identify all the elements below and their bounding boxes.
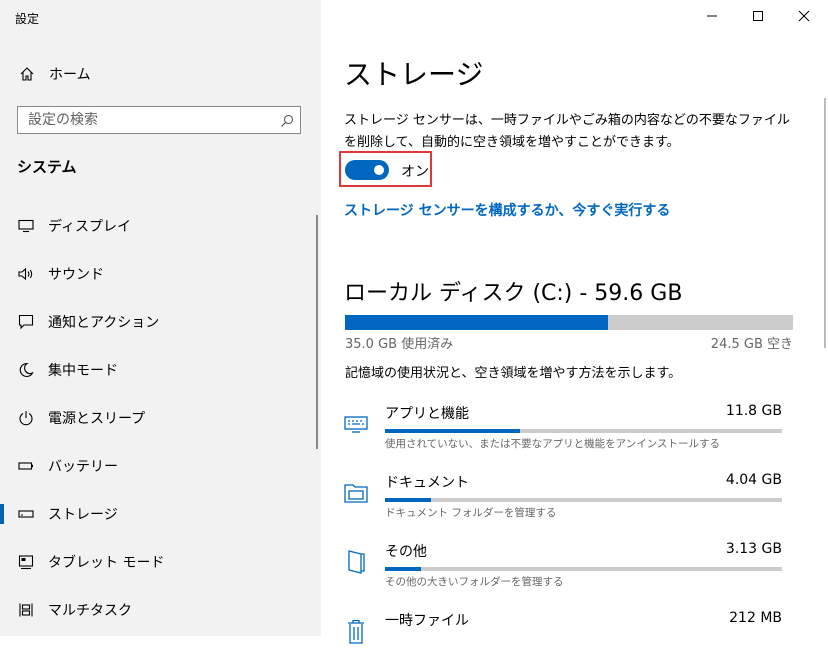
sidebar-item-focus[interactable]: 集中モード: [0, 346, 321, 394]
sidebar-item-label: マルチタスク: [48, 603, 132, 619]
folder-icon: [342, 479, 370, 507]
sidebar-item-label: サウンド: [48, 267, 104, 283]
category-bar-fill: [385, 498, 432, 502]
app-title: 設定: [15, 12, 40, 26]
category-apps[interactable]: アプリと機能 11.8 GB 使用されていない、または不要なアプリと機能をアンイ…: [340, 402, 785, 462]
storage-sense-toggle[interactable]: [345, 160, 389, 180]
trash-icon: [342, 617, 370, 645]
sidebar-item-sound[interactable]: サウンド: [0, 250, 321, 298]
sidebar-item-label: 通知とアクション: [48, 315, 160, 331]
section-title: システム: [17, 158, 77, 176]
multitask-icon: [16, 602, 36, 618]
sidebar-item-battery[interactable]: バッテリー: [0, 442, 321, 490]
home-nav[interactable]: ホーム: [0, 62, 321, 86]
category-size: 4.04 GB: [725, 472, 782, 488]
display-icon: [16, 219, 36, 233]
category-bar: [385, 498, 782, 502]
category-bar: [385, 567, 782, 571]
battery-icon: [16, 461, 36, 471]
sidebar-item-label: ディスプレイ: [48, 219, 132, 235]
disk-usage-fill: [345, 315, 609, 330]
category-name: その他: [385, 544, 427, 560]
category-description: その他の大きいフォルダーを管理する: [385, 576, 564, 588]
main-scrollbar[interactable]: [824, 98, 826, 348]
category-other[interactable]: その他 3.13 GB その他の大きいフォルダーを管理する: [340, 540, 785, 600]
search-box[interactable]: [17, 106, 301, 134]
category-description: 使用されていない、または不要なアプリと機能をアンインストールする: [385, 438, 721, 450]
sound-icon: [16, 267, 36, 281]
category-size: 11.8 GB: [725, 403, 782, 419]
category-bar-fill: [385, 429, 520, 433]
usage-explanation: 記憶域の使用状況と、空き領域を増やす方法を示します。: [345, 366, 682, 381]
toggle-knob: [374, 165, 384, 175]
home-label: ホーム: [49, 67, 91, 83]
close-button[interactable]: [781, 0, 827, 32]
sidebar-item-label: タブレット モード: [48, 555, 165, 571]
sidebar-item-label: 電源とスリープ: [48, 411, 146, 427]
category-name: アプリと機能: [385, 406, 469, 422]
tablet-icon: [16, 554, 36, 570]
maximize-button[interactable]: [735, 0, 781, 32]
sidebar-item-label: 集中モード: [48, 363, 118, 379]
sidebar-item-storage[interactable]: ストレージ: [0, 490, 321, 538]
search-icon[interactable]: [280, 113, 294, 132]
disk-usage-bar: [345, 315, 793, 330]
category-name: ドキュメント: [385, 475, 469, 491]
page-title: ストレージ: [344, 58, 484, 91]
close-icon: [798, 10, 810, 22]
category-temp-files[interactable]: 一時ファイル 212 MB: [340, 609, 785, 669]
other-files-icon: [342, 548, 370, 576]
category-name: 一時ファイル: [385, 613, 469, 629]
configure-storage-sense-link[interactable]: ストレージ センサーを構成するか、今すぐ実行する: [344, 200, 670, 220]
notification-icon: [16, 314, 36, 330]
sidebar-item-display[interactable]: ディスプレイ: [0, 202, 321, 250]
storage-icon: [16, 509, 36, 519]
disk-free-label: 24.5 GB 空き: [710, 337, 793, 352]
selection-indicator: [0, 504, 4, 524]
toggle-state-label: オン: [401, 164, 429, 180]
sidebar-item-tablet[interactable]: タブレット モード: [0, 538, 321, 586]
home-icon: [17, 66, 37, 82]
category-documents[interactable]: ドキュメント 4.04 GB ドキュメント フォルダーを管理する: [340, 471, 785, 531]
maximize-icon: [753, 11, 763, 21]
sidebar-nav: ディスプレイ サウンド 通知とアクション 集中モード 電源とスリープ バッテリー…: [0, 202, 321, 634]
storage-sense-description: ストレージ センサーは、一時ファイルやごみ箱の内容などの不要なファイルを削除して…: [344, 113, 790, 150]
minimize-button[interactable]: [689, 0, 735, 32]
sidebar-item-power[interactable]: 電源とスリープ: [0, 394, 321, 442]
sidebar-item-label: ストレージ: [48, 507, 118, 523]
sidebar-scrollbar[interactable]: [316, 215, 318, 449]
disk-title: ローカル ディスク (C:) - 59.6 GB: [344, 281, 683, 306]
sidebar-item-notifications[interactable]: 通知とアクション: [0, 298, 321, 346]
category-bar-fill: [385, 567, 421, 571]
search-input[interactable]: [18, 107, 268, 133]
sidebar-item-multitask[interactable]: マルチタスク: [0, 586, 321, 634]
sidebar-item-label: バッテリー: [48, 459, 118, 475]
power-icon: [16, 410, 36, 426]
disk-used-label: 35.0 GB 使用済み: [345, 337, 454, 352]
category-size: 3.13 GB: [725, 541, 782, 557]
sidebar: 設定 ホーム システム ディスプレイ サウンド: [0, 0, 321, 636]
keyboard-icon: [342, 410, 370, 438]
category-bar: [385, 429, 782, 433]
category-description: ドキュメント フォルダーを管理する: [385, 507, 557, 519]
minimize-icon: [707, 15, 717, 17]
focus-moon-icon: [16, 362, 36, 378]
category-size: 212 MB: [729, 610, 782, 626]
